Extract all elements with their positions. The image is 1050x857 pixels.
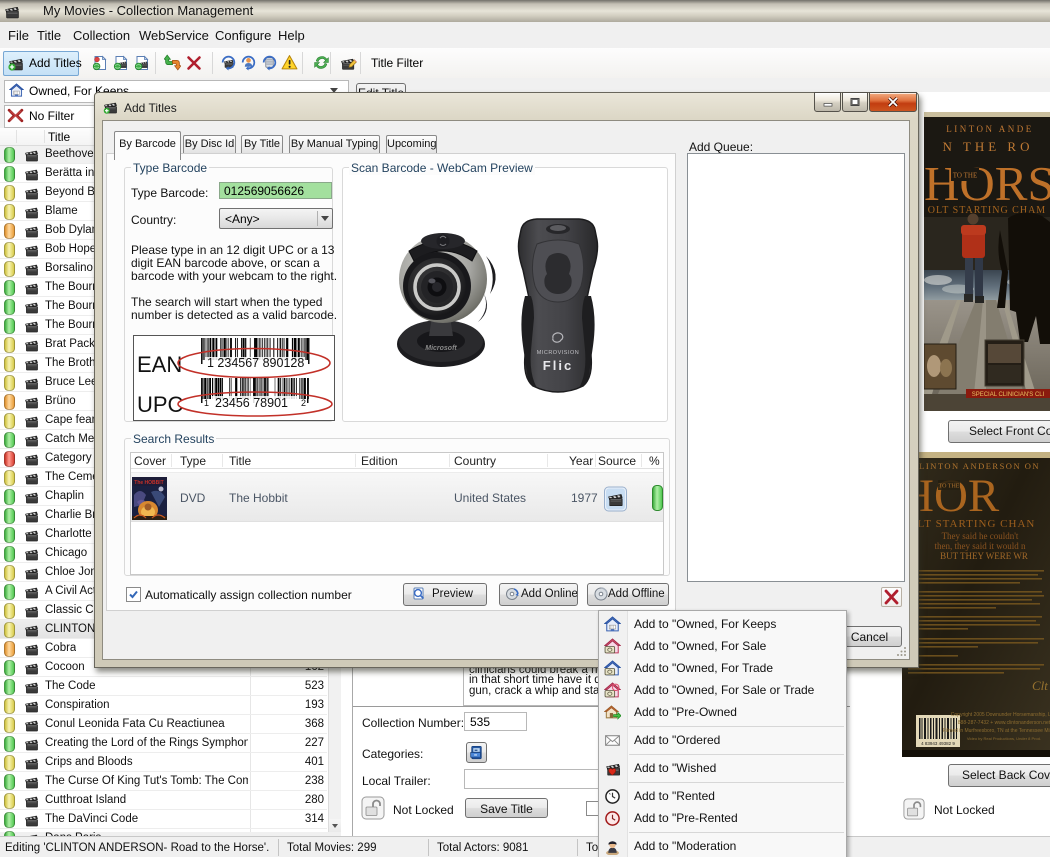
svg-text:EAN: EAN (137, 352, 182, 377)
svg-text:Copyright 2005 Downunder Horse: Copyright 2005 Downunder Horsemanship, L… (951, 712, 1050, 718)
svg-text:23456 78901: 23456 78901 (215, 396, 288, 410)
svg-text:1: 1 (204, 398, 209, 408)
svg-text:Clt: Clt (1032, 678, 1048, 693)
svg-text:TO THE: TO THE (939, 484, 960, 490)
svg-text:LINTON ANDE: LINTON ANDE (946, 124, 1034, 134)
svg-text:HORS: HORS (924, 156, 1050, 211)
svg-text:MICROVISION: MICROVISION (537, 350, 579, 356)
svg-text:2: 2 (301, 398, 306, 408)
svg-text:4 83943 49382 9: 4 83943 49382 9 (921, 741, 955, 746)
svg-text:then, they said it would n: then, they said it would n (935, 541, 1026, 551)
svg-text:1 234567 890128: 1 234567 890128 (207, 356, 304, 370)
svg-text:OLT STARTING CHAN: OLT STARTING CHAN (909, 518, 1036, 530)
svg-text:888-287-7432 + www.clintonande: 888-287-7432 + www.clintonanderson.net (958, 720, 1050, 726)
svg-text:SPECIAL CLINICIAN'S CLI: SPECIAL CLINICIAN'S CLI (972, 392, 1045, 398)
svg-text:The HOBBIT: The HOBBIT (134, 480, 163, 486)
svg-text:UPC: UPC (137, 392, 184, 417)
svg-text:Video by Real Productions, Und: Video by Real Productions, Under 8 Prod. (967, 736, 1041, 741)
svg-text:Microsoft: Microsoft (425, 345, 457, 352)
svg-text:BUT THEY WERE WR: BUT THEY WERE WR (940, 551, 1028, 561)
svg-text:They said he couldn't: They said he couldn't (942, 531, 1019, 541)
svg-text:Flic: Flic (543, 358, 573, 373)
svg-text:Filmed in Murfreesboro, TN at: Filmed in Murfreesboro, TN at the Tennes… (943, 728, 1050, 734)
svg-text:N THE RO: N THE RO (943, 139, 1034, 154)
svg-text:TO THE: TO THE (953, 172, 977, 180)
